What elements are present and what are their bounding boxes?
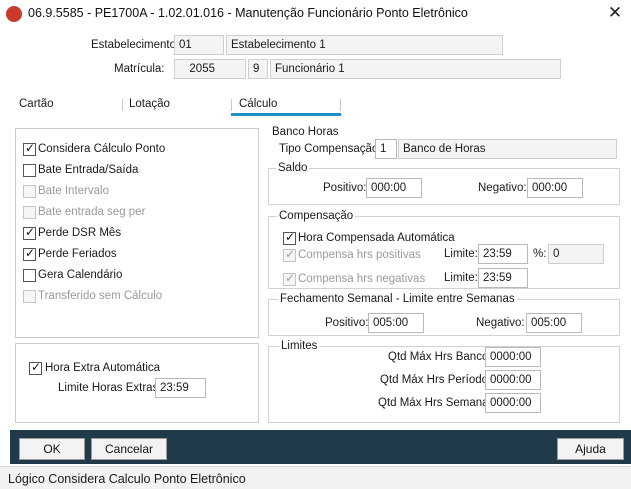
app-window: TOTVS 06.9.5585 - PE1700A - 1.02.01.016 …: [0, 0, 631, 489]
compensacao-limite-field[interactable]: 23:59: [478, 244, 528, 264]
fechamento-positivo-field[interactable]: 005:00: [368, 313, 424, 333]
tab-divider: [231, 99, 232, 111]
check-icon: ✓: [25, 141, 36, 155]
banco-horas-title: Banco Horas: [272, 126, 339, 138]
option-checkbox: [23, 185, 36, 198]
option-label: Perde DSR Mês: [38, 227, 122, 239]
button-bar: OK Cancelar Ajuda: [10, 430, 631, 464]
qtd-max-periodo-label: Qtd Máx Hrs Período:: [380, 374, 492, 386]
matricula-code-field[interactable]: 2055: [174, 59, 246, 79]
compensa-negativas-checkbox[interactable]: ✓: [283, 271, 296, 286]
hora-extra-checkbox[interactable]: ✓: [29, 360, 42, 375]
window-title: 06.9.5585 - PE1700A - 1.02.01.016 - Manu…: [28, 6, 468, 20]
saldo-negativo-label: Negativo:: [478, 182, 527, 194]
option-checkbox: [23, 206, 36, 219]
check-icon: ✓: [285, 271, 296, 285]
estabelecimento-label: Estabelecimento:: [91, 39, 180, 51]
app-logo-icon: TOTVS: [6, 6, 22, 22]
ok-button[interactable]: OK: [19, 438, 85, 460]
option-label: Gera Calendário: [38, 269, 123, 281]
check-icon: ✓: [285, 247, 296, 261]
check-icon: ✓: [25, 246, 36, 260]
tab-cartao[interactable]: Cartão: [19, 98, 54, 110]
option-label: Bate Intervalo: [38, 185, 109, 197]
option-checkbox[interactable]: ✓: [23, 225, 36, 240]
tipo-compensacao-label: Tipo Compensação:: [279, 143, 382, 155]
tab-lotacao[interactable]: Lotação: [129, 98, 170, 110]
option-checkbox: [23, 290, 36, 303]
compensa-positivas-label: Compensa hrs positivas: [298, 249, 421, 261]
calculation-options-panel: ✓ Considera Cálculo Ponto Bate Entrada/Saí…: [15, 128, 259, 338]
cancel-button[interactable]: Cancelar: [91, 438, 167, 460]
hora-compensada-checkbox[interactable]: ✓: [283, 230, 296, 245]
option-checkbox[interactable]: ✓: [23, 246, 36, 261]
matricula-label: Matrícula:: [114, 63, 165, 75]
saldo-title: Saldo: [276, 162, 310, 174]
title-bar: TOTVS 06.9.5585 - PE1700A - 1.02.01.016 …: [0, 0, 631, 28]
fechamento-negativo-field[interactable]: 005:00: [526, 313, 582, 333]
matricula-digit-field: 9: [248, 59, 268, 79]
estabelecimento-name-field: Estabelecimento 1: [226, 35, 503, 55]
status-bar: Lógico Considera Calculo Ponto Eletrônic…: [0, 466, 631, 489]
check-icon: ✓: [31, 360, 42, 374]
tipo-compensacao-desc-field: Banco de Horas: [398, 139, 617, 159]
option-label: Transferido sem Cálculo: [38, 290, 163, 302]
check-icon: ✓: [25, 225, 36, 239]
limite-horas-extras-label: Limite Horas Extras:: [58, 382, 162, 394]
compensa-negativas-label: Compensa hrs negativas: [298, 273, 426, 285]
estabelecimento-code-field[interactable]: 01: [174, 35, 224, 55]
option-label: Considera Cálculo Ponto: [38, 143, 166, 155]
saldo-positivo-field[interactable]: 000:00: [366, 178, 422, 198]
qtd-max-banco-field[interactable]: 0000:00: [485, 347, 541, 367]
close-icon[interactable]: ✕: [604, 2, 626, 24]
active-tab-indicator: [231, 113, 341, 116]
saldo-positivo-label: Positivo:: [323, 182, 367, 194]
fechamento-negativo-label: Negativo:: [476, 317, 525, 329]
compensacao-title: Compensação: [277, 210, 356, 222]
option-label: Bate entrada seg per: [38, 206, 146, 218]
hora-compensada-label: Hora Compensada Automática: [298, 232, 455, 244]
percent-field[interactable]: 0: [548, 244, 604, 264]
hora-extra-label: Hora Extra Automática: [45, 362, 161, 374]
percent-label: %:: [533, 248, 547, 260]
tab-divider: [122, 99, 123, 111]
limite-label: Limite:: [444, 248, 478, 260]
help-button[interactable]: Ajuda: [557, 438, 624, 460]
option-checkbox[interactable]: [23, 164, 36, 177]
option-label: Perde Feriados: [38, 248, 117, 260]
limite-horas-extras-field[interactable]: 23:59: [155, 378, 206, 398]
tipo-compensacao-code-field[interactable]: 1: [375, 139, 397, 159]
overtime-panel: ✓ Hora Extra Automática Limite Horas Ext…: [15, 343, 259, 423]
tab-calculo[interactable]: Cálculo: [239, 98, 277, 110]
qtd-max-semana-field[interactable]: 0000:00: [485, 393, 541, 413]
limites-title: Limites: [279, 340, 320, 352]
fechamento-positivo-label: Positivo:: [325, 317, 369, 329]
qtd-max-banco-label: Qtd Máx Hrs Banco:: [388, 351, 492, 363]
qtd-max-semana-label: Qtd Máx Hrs Semana:: [378, 397, 492, 409]
compensa-positivas-checkbox[interactable]: ✓: [283, 247, 296, 262]
limite-label: Limite:: [444, 272, 478, 284]
qtd-max-periodo-field[interactable]: 0000:00: [485, 370, 541, 390]
status-text: Lógico Considera Calculo Ponto Eletrônic…: [8, 472, 246, 486]
option-label: Bate Entrada/Saída: [38, 164, 139, 176]
compensacao-limite-negativas-field[interactable]: 23:59: [478, 268, 528, 288]
tab-divider: [340, 99, 341, 111]
fechamento-title: Fechamento Semanal - Limite entre Semana…: [278, 293, 517, 305]
option-checkbox[interactable]: ✓: [23, 141, 36, 156]
saldo-negativo-field[interactable]: 000:00: [527, 178, 583, 198]
option-checkbox[interactable]: [23, 269, 36, 282]
check-icon: ✓: [285, 230, 296, 244]
matricula-name-field: Funcionário 1: [270, 59, 561, 79]
